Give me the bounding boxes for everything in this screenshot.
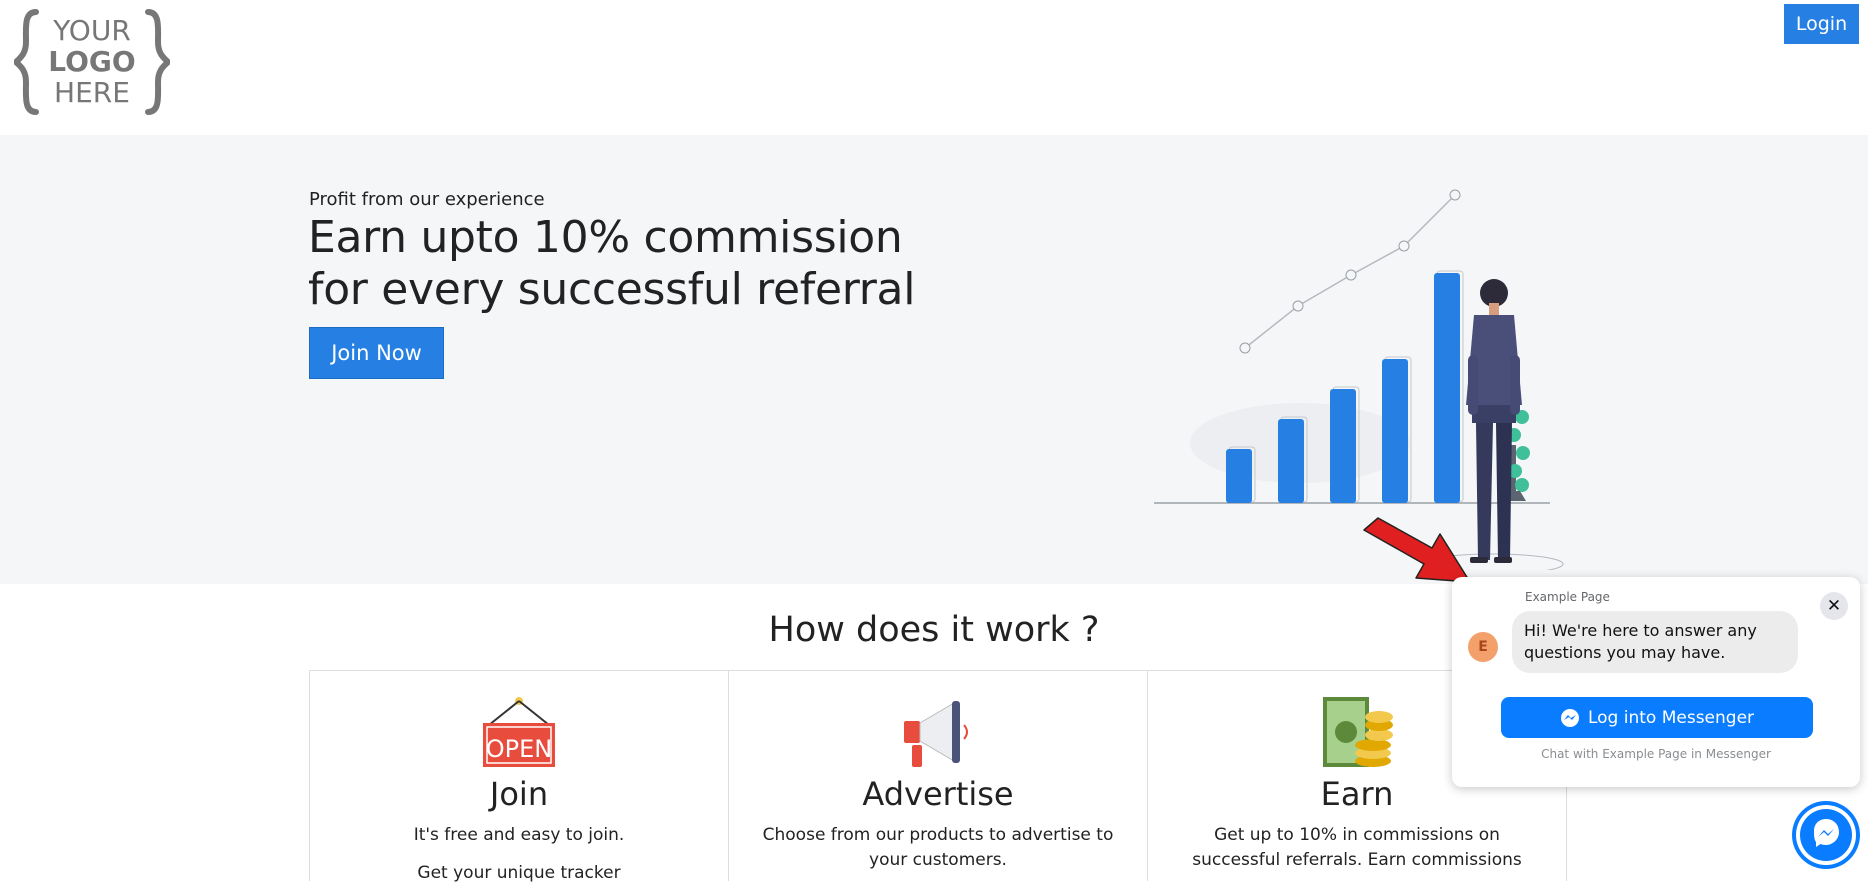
chat-page-name: Example Page <box>1525 590 1610 604</box>
step-card-advertise: Advertise Choose from our products to ad… <box>729 671 1148 881</box>
red-arrow-icon <box>1362 516 1472 586</box>
hero-section: Profit from our experience Earn upto 10%… <box>0 135 1868 584</box>
log-into-messenger-button[interactable]: Log into Messenger <box>1501 697 1813 738</box>
messenger-chat-popup: Example Page ✕ E Hi! We're here to answe… <box>1452 577 1860 787</box>
site-header: YOUR LOGO HERE Login <box>0 0 1868 135</box>
money-coins-icon <box>1317 695 1397 771</box>
steps-cards: OPEN Join It's free and easy to join. Ge… <box>309 670 1567 883</box>
messenger-icon <box>1796 805 1856 865</box>
step-card-join: OPEN Join It's free and easy to join. Ge… <box>310 671 729 883</box>
login-button[interactable]: Login <box>1784 4 1859 44</box>
close-icon: ✕ <box>1826 596 1842 615</box>
logo[interactable]: YOUR LOGO HERE <box>14 8 170 116</box>
step-title: Join <box>489 775 549 813</box>
hero-headline-line2: for every successful referral <box>308 264 916 315</box>
growth-chart-illustration <box>1150 185 1570 575</box>
step-text: Get up to 10% in commissions on successf… <box>1192 825 1522 870</box>
messenger-button-label: Log into Messenger <box>1587 707 1755 728</box>
megaphone-icon <box>898 695 978 771</box>
chat-note: Chat with Example Page in Messenger <box>1541 747 1771 761</box>
close-chat-button[interactable]: ✕ <box>1820 592 1848 620</box>
svg-text:OPEN: OPEN <box>486 735 552 763</box>
chat-message-bubble: Hi! We're here to answer any questions y… <box>1512 611 1798 673</box>
step-text: It's free and easy to join. <box>413 825 625 845</box>
messenger-icon <box>1560 708 1579 727</box>
hero-eyebrow: Profit from our experience <box>309 189 545 210</box>
hero-headline: Earn upto 10% commission for every succe… <box>308 212 1008 316</box>
logo-line1: YOUR <box>52 14 131 47</box>
step-title: Advertise <box>862 775 1014 813</box>
step-text-more: Get your unique tracker <box>417 863 621 883</box>
messenger-chat-fab[interactable] <box>1792 801 1860 869</box>
step-text: Choose from our products to advertise to… <box>762 825 1114 870</box>
logo-line2: LOGO <box>48 45 135 78</box>
logo-line3: HERE <box>54 76 130 109</box>
open-sign-icon: OPEN <box>479 695 559 771</box>
join-now-button[interactable]: Join Now <box>309 327 444 379</box>
hero-headline-line1: Earn upto 10% commission <box>308 212 903 263</box>
page-avatar: E <box>1468 632 1498 662</box>
